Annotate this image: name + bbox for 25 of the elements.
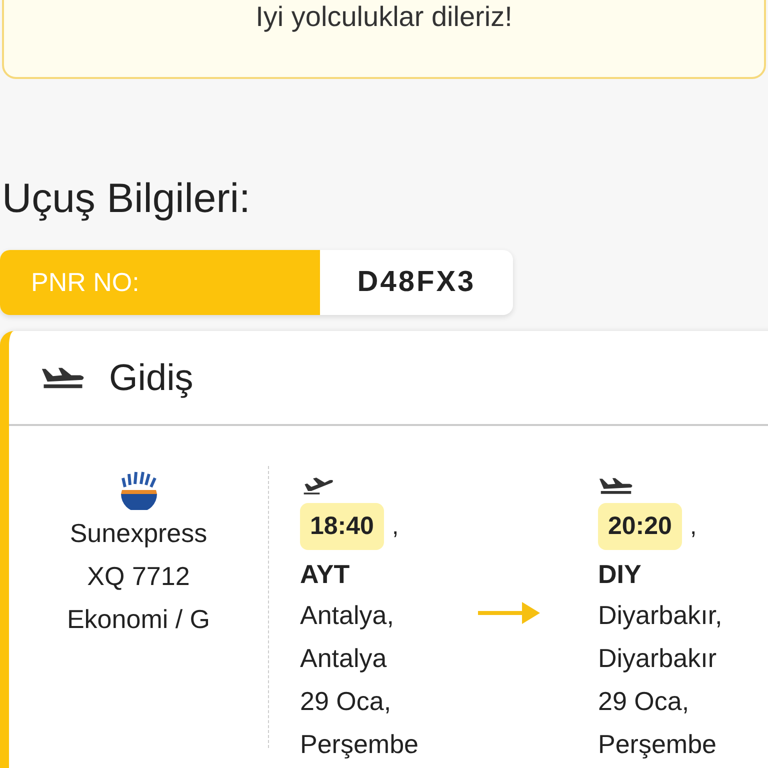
leg-text: Antalya [300, 642, 387, 675]
card-title: Gidiş [109, 356, 194, 398]
airline-logo [118, 470, 158, 510]
leg-text: Diyarbakır [598, 642, 716, 675]
arrow-icon [478, 600, 540, 626]
leg-text: Perşembe [598, 728, 716, 761]
comma: , [392, 512, 399, 540]
section-title: Uçuş Bilgileri: [2, 174, 252, 223]
time-badge: 18:40 [300, 503, 384, 550]
banner-text: Iyi yolculuklar dileriz! [256, 0, 512, 34]
leg-text: Perşembe [300, 728, 418, 761]
pnr-value: D48FX3 [356, 265, 477, 300]
airline-name: Sunexpress [70, 517, 208, 550]
comma: , [690, 512, 697, 540]
leg-text: 29 Oca, [300, 685, 392, 718]
flight-number: XQ 7712 [87, 560, 190, 593]
airport-code: AYT [300, 558, 350, 591]
cabin-class: Ekonomi / G [66, 603, 210, 636]
landing-plane-icon [598, 476, 634, 496]
pnr-label: PNR NO: [0, 250, 320, 315]
leg-text: Antalya, [300, 599, 394, 632]
leg-text: Diyarbakır, [598, 599, 722, 632]
airport-code: DIY [598, 558, 642, 591]
leg-text: 29 Oca, [598, 685, 690, 718]
time-badge: 20:20 [598, 503, 682, 550]
